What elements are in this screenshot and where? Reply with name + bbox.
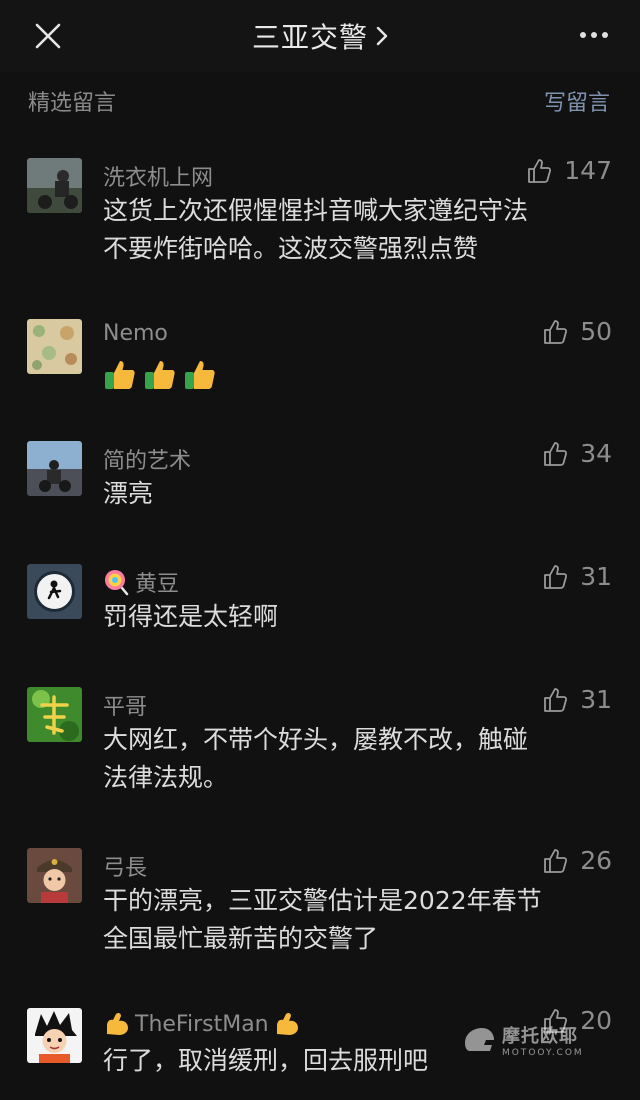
close-button[interactable] bbox=[22, 16, 74, 56]
more-dot bbox=[591, 32, 597, 38]
like-count: 31 bbox=[580, 685, 612, 714]
thumbs-up-icon bbox=[544, 319, 568, 344]
thumbs-up-icon bbox=[544, 687, 568, 712]
lollipop-emoji-icon bbox=[105, 570, 129, 596]
comment-text: 大网红，不带个好头，屡教不改，触碰 法律法规。 bbox=[103, 721, 603, 797]
close-icon bbox=[35, 23, 61, 49]
like-count: 31 bbox=[580, 562, 612, 591]
write-comment-link[interactable]: 写留言 bbox=[544, 85, 610, 117]
more-dots-icon bbox=[580, 32, 586, 38]
more-button[interactable] bbox=[574, 20, 614, 50]
commenter-name[interactable]: 弓長 bbox=[103, 850, 147, 882]
commenter-name-text: Nemo bbox=[103, 321, 168, 346]
comment-line: 罚得还是太轻啊 bbox=[103, 602, 279, 631]
like-button[interactable]: 26 bbox=[542, 846, 612, 875]
avatar[interactable] bbox=[27, 564, 82, 619]
thumbs-up-icon bbox=[544, 441, 568, 466]
like-button[interactable]: 50 bbox=[542, 317, 612, 346]
like-count: 147 bbox=[564, 156, 612, 185]
chevron-right-icon bbox=[376, 26, 388, 46]
site-watermark: 摩托欧耶 MOTOOY.COM bbox=[462, 1022, 584, 1058]
like-count: 26 bbox=[580, 846, 612, 875]
avatar[interactable] bbox=[27, 319, 82, 374]
avatar[interactable] bbox=[27, 441, 82, 496]
thumbs-up-icon bbox=[544, 848, 568, 873]
commenter-name-text: 平哥 bbox=[103, 695, 148, 720]
commenter-name[interactable]: 黄豆 bbox=[103, 566, 179, 598]
helmet-logo-icon bbox=[465, 1028, 494, 1051]
comment-line: 干的漂亮，三亚交警估计是2022年春节 bbox=[103, 886, 542, 915]
comment-text: 这货上次还假惺惺抖音喊大家遵纪守法 不要炸街哈哈。这波交警强烈点赞 bbox=[103, 192, 603, 268]
account-title-link[interactable]: 三亚交警 bbox=[252, 16, 388, 56]
avatar[interactable] bbox=[27, 1008, 82, 1063]
like-button[interactable]: 31 bbox=[542, 685, 612, 714]
watermark-text: 摩托欧耶 bbox=[502, 1026, 578, 1047]
commenter-name-text: 黄豆 bbox=[135, 572, 180, 597]
commenter-name[interactable]: TheFirstMan bbox=[103, 1010, 301, 1038]
page-title: 三亚交警 bbox=[251, 21, 368, 54]
comment-line: 这货上次还假惺惺抖音喊大家遵纪守法 bbox=[103, 196, 529, 225]
comment-text bbox=[103, 353, 603, 391]
avatar[interactable] bbox=[27, 687, 82, 742]
avatar[interactable] bbox=[27, 848, 82, 903]
flexed-biceps-emoji-icon bbox=[276, 1012, 298, 1035]
thumbs-up-icon bbox=[544, 564, 568, 589]
commenter-name[interactable]: 简的艺术 bbox=[103, 443, 191, 475]
commenter-name[interactable]: 洗衣机上网 bbox=[103, 160, 213, 192]
comment-line: 大网红，不带个好头，屡教不改，触碰 bbox=[103, 725, 529, 754]
thumbs-up-emoji-row bbox=[103, 357, 603, 391]
flexed-biceps-emoji-icon bbox=[107, 1012, 128, 1035]
commenter-name-text: TheFirstMan bbox=[135, 1011, 269, 1037]
commenter-name-text: 简的艺术 bbox=[103, 449, 192, 474]
comment-line: 全国最忙最新苦的交警了 bbox=[103, 924, 379, 953]
like-count: 20 bbox=[580, 1006, 612, 1035]
comment-line: 不要炸街哈哈。这波交警强烈点赞 bbox=[103, 234, 479, 263]
like-button[interactable]: 31 bbox=[542, 562, 612, 591]
thumbs-up-emoji-icon bbox=[145, 361, 175, 389]
like-count: 34 bbox=[580, 439, 612, 468]
commenter-name-text: 弓長 bbox=[103, 856, 148, 881]
watermark-url: MOTOOY.COM bbox=[502, 1048, 584, 1058]
commenter-name[interactable]: 平哥 bbox=[103, 689, 147, 721]
comment-text: 干的漂亮，三亚交警估计是2022年春节 全国最忙最新苦的交警了 bbox=[103, 882, 603, 958]
comment-line: 漂亮 bbox=[103, 479, 154, 508]
like-button[interactable]: 34 bbox=[542, 439, 612, 468]
section-header: 精选留言 写留言 bbox=[0, 72, 640, 130]
avatar[interactable] bbox=[27, 158, 82, 213]
like-count: 50 bbox=[580, 317, 612, 346]
thumbs-up-emoji-icon bbox=[105, 361, 135, 389]
comment-text: 漂亮 bbox=[103, 475, 603, 513]
commenter-name[interactable]: Nemo bbox=[103, 321, 168, 346]
like-button[interactable]: 147 bbox=[526, 156, 612, 185]
top-bar: 三亚交警 bbox=[0, 0, 640, 72]
comment-line: 法律法规。 bbox=[103, 763, 229, 792]
thumbs-up-emoji-icon bbox=[185, 361, 215, 389]
featured-comments-title: 精选留言 bbox=[28, 91, 117, 116]
more-dot bbox=[602, 32, 608, 38]
comment-text: 罚得还是太轻啊 bbox=[103, 598, 603, 636]
commenter-name-text: 洗衣机上网 bbox=[103, 166, 214, 191]
thumbs-up-icon bbox=[528, 158, 552, 183]
